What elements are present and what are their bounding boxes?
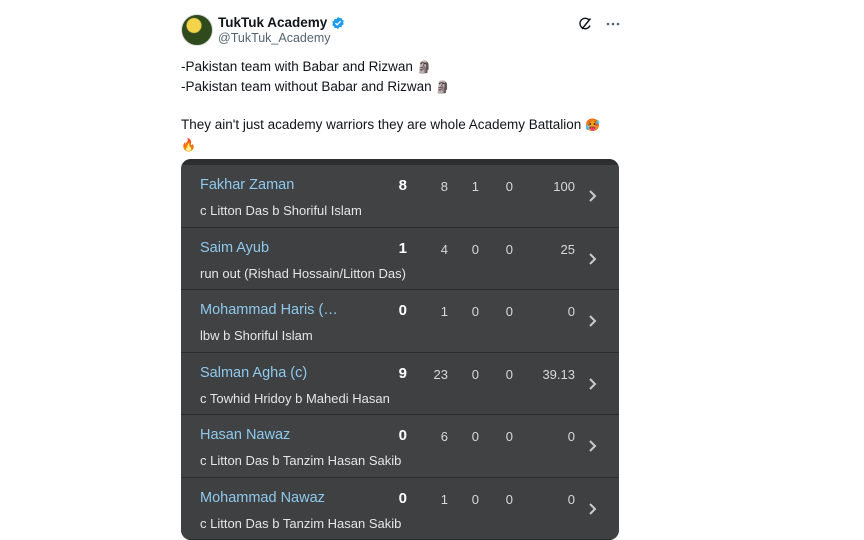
dismissal-text: c Litton Das b Shoriful Islam — [200, 203, 362, 218]
tweet: TukTuk Academy @TukTuk_Academy -Pakistan… — [181, 10, 621, 540]
sixes-value: 0 — [505, 491, 513, 507]
tweet-actions — [577, 16, 621, 32]
scorecard-image[interactable]: Fakhar Zaman c Litton Das b Shoriful Isla… — [181, 159, 619, 540]
runs-value: 9 — [398, 364, 407, 382]
scorecard-rows: Fakhar Zaman c Litton Das b Shoriful Isla… — [181, 165, 619, 540]
runs-value: 1 — [398, 239, 407, 257]
chevron-right-icon[interactable] — [588, 502, 598, 516]
player-name[interactable]: Mohammad Nawaz — [200, 490, 325, 506]
strike-rate-value: 0 — [567, 429, 575, 444]
grok-icon[interactable] — [577, 16, 593, 32]
tweet-line: They ain't just academy warriors they ar… — [181, 115, 621, 135]
fire-emoji: 🔥 — [181, 138, 196, 152]
sixes-value: 0 — [505, 429, 513, 444]
runs-value: 8 — [398, 177, 407, 194]
player-name[interactable]: Fakhar Zaman — [200, 177, 294, 193]
batter-row[interactable]: Salman Agha (c) c Towhid Hridoy b Mahedi … — [181, 352, 619, 415]
runs-value: 0 — [398, 302, 407, 319]
dismissal-text: run out (Rishad Hossain/Litton Das) — [200, 265, 406, 281]
tweet-paragraph: They ain't just academy warriors they ar… — [181, 117, 582, 132]
strike-rate-value: 100 — [553, 179, 575, 194]
fours-value: 0 — [471, 304, 479, 319]
verified-badge-icon — [331, 16, 345, 30]
tweet-line: 🔥 — [181, 135, 621, 155]
balls-value: 23 — [433, 366, 448, 382]
dismissal-text: c Litton Das b Tanzim Hasan Sakib — [200, 515, 402, 531]
batter-row[interactable]: Mohammad Nawaz c Litton Das b Tanzim Hasa… — [181, 477, 619, 540]
tweet-line-text: -Pakistan team without Babar and Rizwan — [181, 79, 432, 94]
chevron-right-icon[interactable] — [588, 439, 598, 453]
moai-emoji: 🗿 — [435, 80, 451, 94]
hot-face-emoji: 🥵 — [585, 118, 600, 132]
sixes-value: 0 — [505, 304, 513, 319]
sixes-value: 0 — [505, 366, 513, 382]
strike-rate-value: 39.13 — [542, 366, 575, 382]
player-name[interactable]: Hasan Nawaz — [200, 427, 290, 443]
batter-row[interactable]: Saim Ayub run out (Rishad Hossain/Litton … — [181, 227, 619, 290]
author-name-row: TukTuk Academy — [218, 15, 345, 30]
fours-value: 1 — [471, 179, 479, 194]
strike-rate-value: 0 — [567, 491, 575, 507]
tweet-text: -Pakistan team with Babar and Rizwan 🗿 -… — [181, 57, 621, 155]
author-handle[interactable]: @TukTuk_Academy — [218, 31, 331, 45]
dismissal-text: lbw b Shoriful Islam — [200, 328, 313, 343]
balls-value: 6 — [440, 429, 448, 444]
tweet-line: -Pakistan team with Babar and Rizwan 🗿 — [181, 57, 621, 77]
tweet-header: TukTuk Academy @TukTuk_Academy — [181, 10, 621, 50]
batter-row[interactable]: Fakhar Zaman c Litton Das b Shoriful Isla… — [181, 165, 619, 228]
fours-value: 0 — [471, 366, 479, 382]
sixes-value: 0 — [505, 241, 513, 257]
player-name[interactable]: Mohammad Haris (… — [200, 302, 338, 318]
batter-row[interactable]: Mohammad Haris (… lbw b Shoriful Islam 0 1 0… — [181, 290, 619, 353]
strike-rate-value: 25 — [560, 241, 575, 257]
display-name[interactable]: TukTuk Academy — [218, 15, 327, 30]
balls-value: 1 — [440, 304, 448, 319]
runs-value: 0 — [398, 489, 407, 507]
runs-value: 0 — [398, 427, 407, 444]
balls-value: 4 — [440, 241, 448, 257]
chevron-right-icon[interactable] — [588, 377, 598, 391]
fours-value: 0 — [471, 429, 479, 444]
balls-value: 1 — [440, 491, 448, 507]
balls-value: 8 — [440, 179, 448, 194]
avatar[interactable] — [181, 14, 213, 46]
fours-value: 0 — [471, 241, 479, 257]
player-name[interactable]: Salman Agha (c) — [200, 365, 307, 381]
dismissal-text: c Towhid Hridoy b Mahedi Hasan — [200, 390, 390, 406]
fours-value: 0 — [471, 491, 479, 507]
dismissal-text: c Litton Das b Tanzim Hasan Sakib — [200, 453, 402, 468]
moai-emoji: 🗿 — [416, 60, 432, 74]
chevron-right-icon[interactable] — [588, 314, 598, 328]
tweet-line: -Pakistan team without Babar and Rizwan … — [181, 77, 621, 97]
player-name[interactable]: Saim Ayub — [200, 240, 269, 256]
more-icon[interactable] — [605, 16, 621, 32]
sixes-value: 0 — [505, 179, 513, 194]
strike-rate-value: 0 — [567, 304, 575, 319]
batter-row[interactable]: Hasan Nawaz c Litton Das b Tanzim Hasan S… — [181, 415, 619, 478]
chevron-right-icon[interactable] — [588, 189, 598, 203]
tweet-line-text: -Pakistan team with Babar and Rizwan — [181, 59, 413, 74]
chevron-right-icon[interactable] — [588, 252, 598, 266]
